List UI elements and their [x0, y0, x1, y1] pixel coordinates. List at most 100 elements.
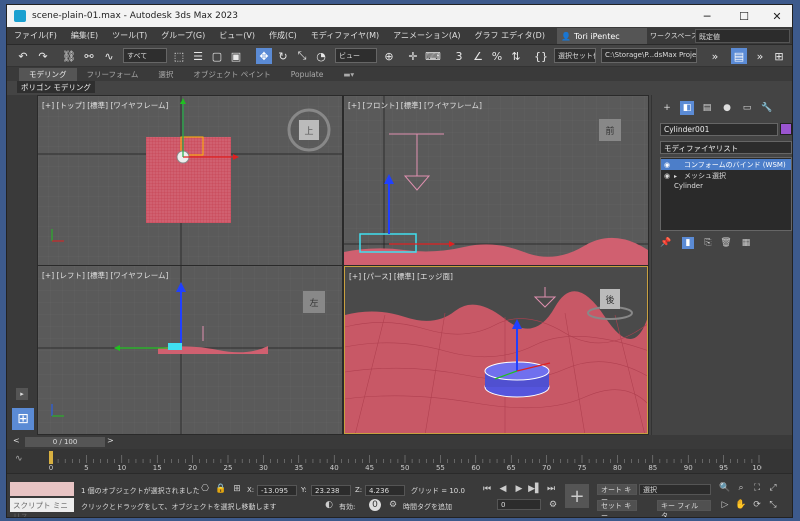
selection-filter-dropdown[interactable]: すべて: [123, 48, 167, 63]
maxscript-listener[interactable]: [10, 482, 74, 496]
ribbon-tab-populate[interactable]: Populate: [281, 69, 334, 80]
remove-modifier-icon[interactable]: 🗑: [720, 237, 732, 249]
ribbon-options-icon[interactable]: ▬▾: [333, 69, 364, 80]
goto-start-icon[interactable]: ⏮: [481, 483, 493, 495]
undo-icon[interactable]: ↶: [15, 48, 31, 64]
snap-3-icon[interactable]: 3: [451, 48, 467, 64]
window-crossing-icon[interactable]: ▣: [228, 48, 244, 64]
create-tab-icon[interactable]: +: [660, 101, 674, 115]
set-key-icon[interactable]: +: [565, 484, 589, 508]
ribbon-tab-modeling[interactable]: モデリング: [19, 67, 77, 81]
reference-coordinate-dropdown[interactable]: ビュー: [335, 48, 377, 63]
y-coordinate-field[interactable]: 23.238: [311, 485, 351, 496]
modify-tab-icon[interactable]: ◧: [680, 101, 694, 115]
pivot-icon[interactable]: ⊕: [381, 48, 397, 64]
named-selection-set-dropdown[interactable]: 選択セット作: [554, 48, 596, 63]
place-icon[interactable]: ◔: [313, 48, 329, 64]
viewport-front-label[interactable]: [+] [フロント] [標準] [ワイヤフレーム]: [348, 100, 482, 111]
time-config-icon[interactable]: ⚙: [547, 499, 559, 511]
make-unique-icon[interactable]: ⎘: [702, 237, 714, 249]
time-back-icon[interactable]: <: [13, 436, 20, 445]
unlink-icon[interactable]: ⚯: [81, 48, 97, 64]
prev-frame-icon[interactable]: ◀: [497, 483, 509, 495]
object-color-swatch[interactable]: [780, 123, 792, 135]
bind-spacewarp-icon[interactable]: ∿: [101, 48, 117, 64]
viewport-top[interactable]: 上 [+] [トップ] [標準] [ワイヤフレーム]: [38, 96, 342, 265]
user-account-button[interactable]: 👤 Tori iPentec: [557, 28, 647, 44]
ribbon-toggle-icon[interactable]: ⊞: [771, 48, 787, 64]
ribbon-tab-freeform[interactable]: フリーフォーム: [77, 68, 149, 81]
viewport-layout-expand-icon[interactable]: ▸: [16, 388, 28, 400]
redo-icon[interactable]: ↷: [35, 48, 51, 64]
modifier-list-dropdown[interactable]: モディファイヤリスト: [660, 141, 792, 154]
absolute-mode-icon[interactable]: ⊞: [231, 483, 243, 495]
project-folder-dropdown[interactable]: C:\Storage\P...dsMax Project: [601, 48, 697, 63]
configure-sets-icon[interactable]: ▦: [740, 237, 752, 249]
menu-animation[interactable]: アニメーション(A): [386, 30, 467, 41]
stack-item[interactable]: ◉ コンフォームのバインド (WSM): [661, 159, 791, 170]
zoom-all-icon[interactable]: ⌕: [735, 482, 747, 494]
adaptive-degradation-icon[interactable]: ◐: [323, 499, 335, 511]
menu-create[interactable]: 作成(C): [262, 30, 304, 41]
viewport-perspective[interactable]: 後 [+] [パース] [標準] [エッジ面]: [344, 266, 648, 434]
auto-key-button[interactable]: オート キー: [597, 484, 637, 504]
select-by-name-icon[interactable]: ☰: [190, 48, 206, 64]
workspace-dropdown[interactable]: 既定値: [695, 29, 790, 43]
isolate-selection-icon[interactable]: ⎔: [199, 483, 211, 495]
current-frame-marker[interactable]: [49, 451, 53, 464]
toolbar-overflow-2-icon[interactable]: »: [752, 48, 768, 64]
edit-named-selection-icon[interactable]: {}: [533, 48, 549, 64]
key-selection-dropdown[interactable]: 選択: [639, 484, 711, 495]
motion-tab-icon[interactable]: ●: [720, 101, 734, 115]
spinner-snap-icon[interactable]: ⇅: [508, 48, 524, 64]
timeline[interactable]: ∿ 0 5 10 15 20 25 30 35 40 45 50 55 60 65 70 75 80 85 90 95…: [7, 449, 792, 473]
selection-lock-icon[interactable]: 🔒: [215, 483, 227, 495]
current-frame-field[interactable]: 0: [497, 499, 541, 510]
percent-snap-icon[interactable]: %: [489, 48, 505, 64]
viewport-front[interactable]: 前 [+] [フロント] [標準] [ワイヤフレーム]: [344, 96, 648, 265]
menu-graph-editors[interactable]: グラフ エディタ(D): [468, 30, 552, 41]
pan-icon[interactable]: ✋: [735, 499, 747, 511]
z-coordinate-field[interactable]: 4.236: [365, 485, 405, 496]
maximize-viewport-icon[interactable]: ⤡: [767, 499, 779, 511]
curve-editor-icon[interactable]: ∿: [15, 454, 23, 464]
orbit-icon[interactable]: ⟳: [751, 499, 763, 511]
set-key-button[interactable]: セット キー: [597, 500, 637, 517]
move-icon[interactable]: ✥: [256, 48, 272, 64]
field-of-view-icon[interactable]: ▷: [719, 499, 731, 511]
viewport-perspective-label[interactable]: [+] [パース] [標準] [エッジ面]: [349, 271, 453, 282]
stack-item[interactable]: ◉ ▸ メッシュ選択: [661, 170, 791, 181]
maximize-button[interactable]: ☐: [727, 5, 761, 27]
display-tab-icon[interactable]: ▭: [740, 101, 754, 115]
rect-selection-icon[interactable]: ▢: [209, 48, 225, 64]
menu-group[interactable]: グループ(G): [154, 30, 212, 41]
viewport-left-label[interactable]: [+] [レフト] [標準] [ワイヤフレーム]: [42, 270, 168, 281]
visibility-icon[interactable]: ◉: [664, 161, 674, 169]
goto-end-icon[interactable]: ⏭: [545, 483, 557, 495]
time-tag-icon[interactable]: ⚙: [387, 499, 399, 511]
ribbon-tab-selection[interactable]: 選択: [148, 68, 183, 81]
play-icon[interactable]: ▶: [513, 483, 525, 495]
visibility-icon[interactable]: ◉: [664, 172, 674, 180]
ribbon-subtab-polygon-modeling[interactable]: ポリゴン モデリング: [17, 81, 95, 93]
x-coordinate-field[interactable]: -13.095: [257, 485, 297, 496]
time-forward-icon[interactable]: >: [107, 436, 114, 445]
pin-stack-icon[interactable]: 📌: [660, 237, 672, 249]
menu-modifiers[interactable]: モディファイヤ(M): [304, 30, 386, 41]
keyboard-shortcut-icon[interactable]: ⌨: [425, 48, 441, 64]
zoom-extents-all-icon[interactable]: ⤢: [767, 482, 779, 494]
stack-item[interactable]: Cylinder: [661, 181, 791, 192]
menu-edit[interactable]: 編集(E): [64, 30, 105, 41]
link-icon[interactable]: ⛓: [61, 48, 77, 64]
enabled-toggle[interactable]: 0: [369, 499, 381, 511]
zoom-icon[interactable]: 🔍: [719, 482, 731, 494]
command-panel-toggle-icon[interactable]: ▤: [731, 48, 747, 64]
add-time-tag[interactable]: 時間タグを追加: [403, 502, 452, 512]
ribbon-tab-object-paint[interactable]: オブジェクト ペイント: [183, 68, 280, 81]
show-end-result-icon[interactable]: ▮: [682, 237, 694, 249]
object-name-field[interactable]: Cylinder001: [660, 123, 778, 136]
zoom-extents-icon[interactable]: ⛶: [751, 482, 763, 494]
menu-file[interactable]: ファイル(F): [7, 30, 64, 41]
menu-tools[interactable]: ツール(T): [105, 30, 154, 41]
viewport-left[interactable]: 左 [+] [レフト] [標準] [ワイヤフレーム]: [38, 266, 342, 434]
